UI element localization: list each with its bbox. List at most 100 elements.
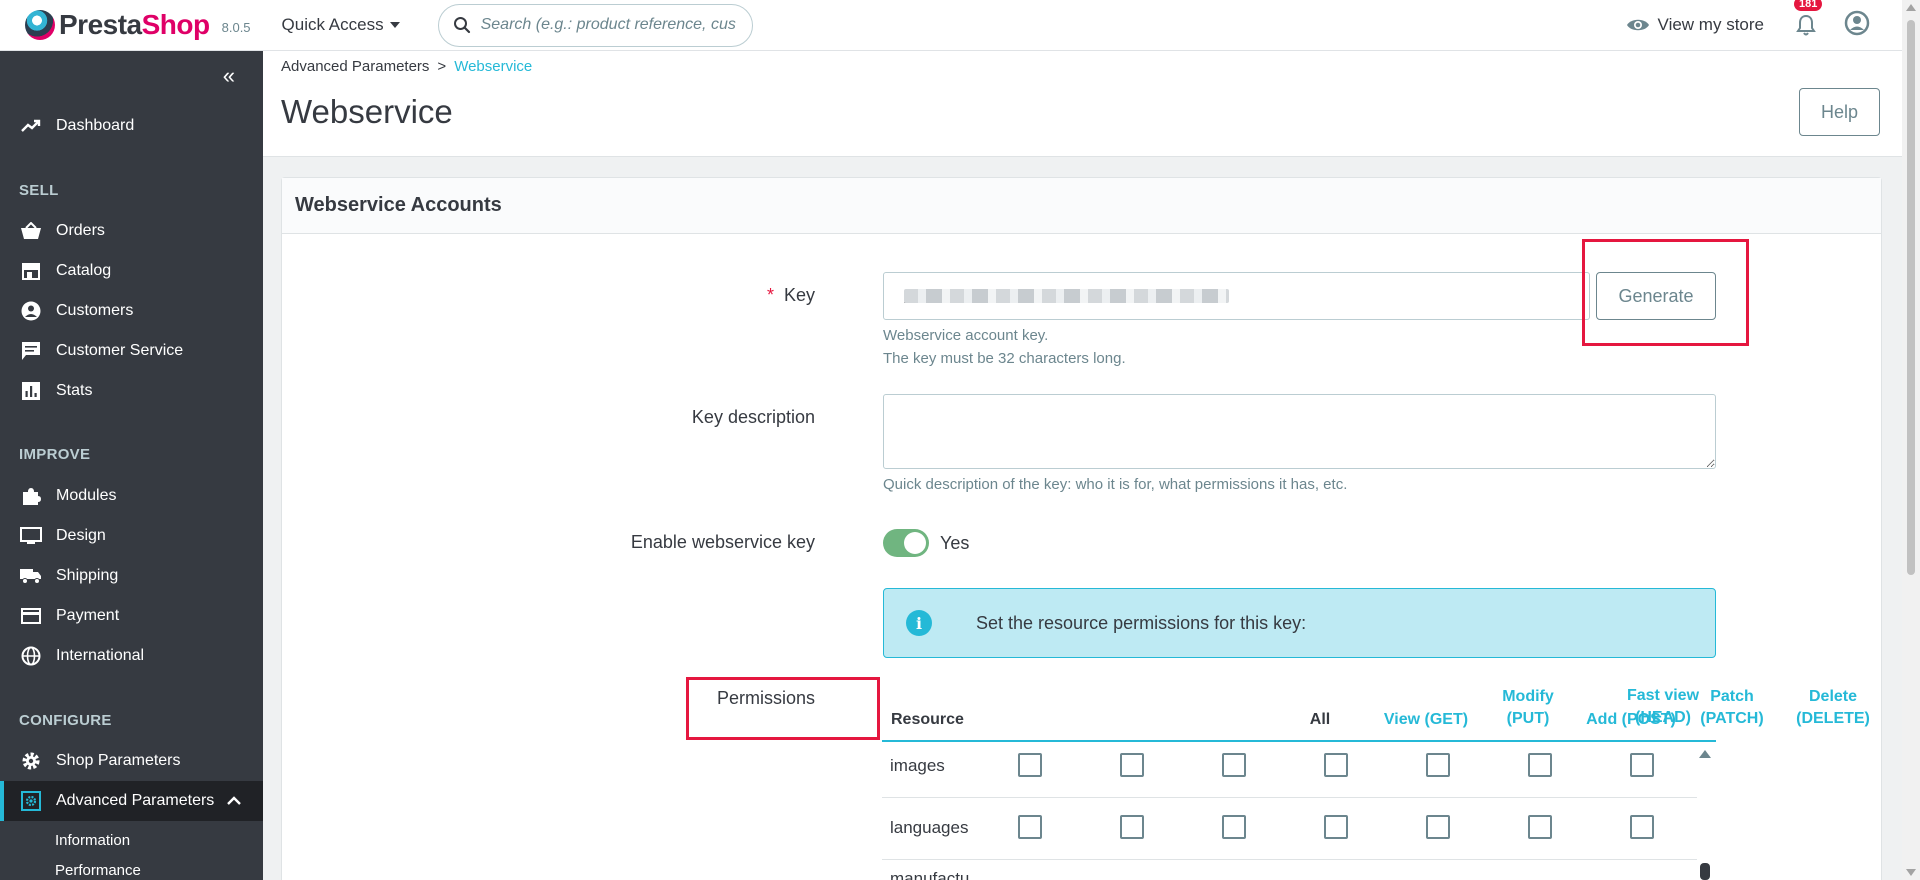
sidebar-item-modules[interactable]: Modules <box>0 476 263 516</box>
logo-text: PrestaShop <box>59 9 210 40</box>
sidebar-subitem-performance[interactable]: Performance <box>55 862 141 879</box>
highlight-generate <box>1582 239 1749 346</box>
table-row-images: images <box>890 756 945 775</box>
settings-applications-icon <box>20 790 42 812</box>
view-my-store-link[interactable]: View my store <box>1626 15 1764 35</box>
highlight-permissions <box>686 677 880 740</box>
sidebar-item-international[interactable]: International <box>0 636 263 676</box>
quick-access-dropdown[interactable]: Quick Access <box>282 15 400 35</box>
section-configure: CONFIGURE <box>19 712 112 729</box>
globe-icon <box>20 645 42 667</box>
checkbox-images-get[interactable] <box>1120 753 1144 777</box>
sidebar-item-orders[interactable]: Orders <box>0 211 263 251</box>
checkbox-languages-post[interactable] <box>1324 815 1348 839</box>
sidebar-item-shop-parameters[interactable]: Shop Parameters <box>0 741 263 781</box>
card-title: Webservice Accounts <box>282 178 1881 234</box>
prestashop-logo[interactable]: PrestaShop 8.0.5 <box>25 9 251 41</box>
key-length-help-text: The key must be 32 characters long. <box>883 350 1126 367</box>
sidebar-subitem-information[interactable]: Information <box>55 832 130 849</box>
search-box[interactable] <box>437 3 753 47</box>
sidebar-item-customers[interactable]: Customers <box>0 291 263 331</box>
trending-up-icon <box>20 115 42 137</box>
section-improve: IMPROVE <box>19 446 91 463</box>
desktop-icon <box>20 525 42 547</box>
checkbox-languages-get[interactable] <box>1120 815 1144 839</box>
key-help-text: Webservice account key. <box>883 327 1049 344</box>
top-bar: PrestaShop 8.0.5 Quick Access View my st… <box>0 0 1902 51</box>
checkbox-images-all[interactable] <box>1018 753 1042 777</box>
checkbox-images-delete[interactable] <box>1528 753 1552 777</box>
chat-icon <box>20 340 42 362</box>
checkbox-images-put[interactable] <box>1222 753 1246 777</box>
sidebar-item-stats[interactable]: Stats <box>0 371 263 411</box>
caret-down-icon <box>389 22 400 28</box>
key-value-redacted <box>904 289 1229 303</box>
checkbox-languages-delete[interactable] <box>1528 815 1552 839</box>
sidebar: « Dashboard SELL Orders Catalog Customer… <box>0 51 263 880</box>
key-description-help-text: Quick description of the key: who it is … <box>883 476 1348 493</box>
col-fast-view-head[interactable]: Fast view (HEAD) <box>1623 685 1703 726</box>
scroll-thumb[interactable] <box>1907 20 1915 575</box>
store-icon <box>20 260 42 282</box>
checkbox-images-post[interactable] <box>1324 753 1348 777</box>
checkbox-languages-put[interactable] <box>1222 815 1246 839</box>
search-input[interactable] <box>480 16 736 34</box>
col-modify-put[interactable]: Modify (PUT) <box>1478 686 1578 727</box>
checkbox-images-head[interactable] <box>1630 753 1654 777</box>
table-row-manufacturers: manufactu <box>890 869 970 880</box>
breadcrumb-separator: > <box>437 58 447 75</box>
page-header: Advanced Parameters > Webservice Webservic… <box>263 51 1902 157</box>
bar-chart-icon <box>20 380 42 402</box>
sidebar-item-shipping[interactable]: Shipping <box>0 556 263 596</box>
row-divider <box>882 859 1697 860</box>
version-label: 8.0.5 <box>221 19 251 35</box>
sidebar-item-catalog[interactable]: Catalog <box>0 251 263 291</box>
table-row-languages: languages <box>890 818 969 837</box>
checkbox-languages-patch[interactable] <box>1426 815 1450 839</box>
collapse-sidebar-icon[interactable]: « <box>223 63 235 89</box>
puzzle-icon <box>20 485 42 507</box>
help-button[interactable]: Help <box>1799 88 1880 136</box>
checkbox-images-patch[interactable] <box>1426 753 1450 777</box>
sidebar-item-customer-service[interactable]: Customer Service <box>0 331 263 371</box>
col-delete[interactable]: Delete (DELETE) <box>1783 686 1883 727</box>
notifications-button[interactable]: 181 <box>1794 0 1823 37</box>
logo-icon <box>25 10 55 40</box>
row-divider <box>882 797 1697 798</box>
gear-icon <box>20 750 42 772</box>
key-description-label: Key description <box>691 407 815 427</box>
truck-icon <box>20 565 42 587</box>
notification-badge: 181 <box>1794 0 1823 11</box>
search-icon <box>453 17 470 34</box>
sidebar-item-payment[interactable]: Payment <box>0 596 263 636</box>
table-header-rule <box>882 740 1716 742</box>
sidebar-item-design[interactable]: Design <box>0 516 263 556</box>
table-scroll-up-icon[interactable] <box>1699 750 1711 758</box>
checkbox-languages-all[interactable] <box>1018 815 1042 839</box>
page-title: Webservice <box>281 93 453 130</box>
basket-icon <box>20 220 42 242</box>
permissions-info-alert: i Set the resource permissions for this … <box>883 588 1716 658</box>
credit-card-icon <box>20 605 42 627</box>
user-account-button[interactable] <box>1844 10 1870 41</box>
scroll-down-icon[interactable] <box>1906 869 1916 876</box>
checkbox-languages-head[interactable] <box>1630 815 1654 839</box>
sidebar-item-dashboard[interactable]: Dashboard <box>0 106 263 146</box>
eye-icon <box>1626 19 1649 31</box>
bell-icon <box>1796 14 1816 36</box>
breadcrumb: Advanced Parameters > Webservice <box>281 58 532 75</box>
breadcrumb-current[interactable]: Webservice <box>454 58 532 75</box>
chevron-up-icon <box>227 792 241 810</box>
account-circle-icon <box>20 300 42 322</box>
table-scroll-thumb[interactable] <box>1700 863 1710 880</box>
page-scrollbar[interactable] <box>1902 0 1920 880</box>
user-icon <box>1844 10 1870 35</box>
breadcrumb-parent[interactable]: Advanced Parameters <box>281 58 429 75</box>
key-description-textarea[interactable] <box>883 394 1716 469</box>
required-marker: * <box>766 285 774 305</box>
key-label: * Key <box>766 285 815 305</box>
section-sell: SELL <box>19 182 59 199</box>
enable-key-toggle[interactable] <box>883 529 929 557</box>
sidebar-item-advanced-parameters[interactable]: Advanced Parameters <box>0 781 263 821</box>
scroll-up-icon[interactable] <box>1906 4 1916 11</box>
